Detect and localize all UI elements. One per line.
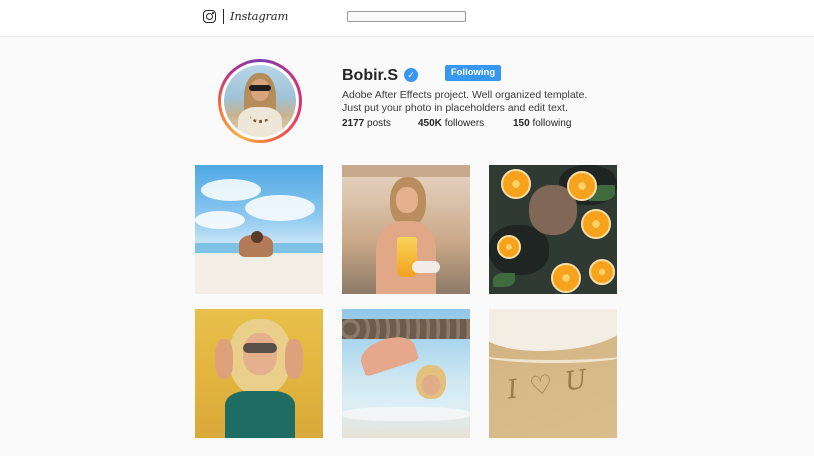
posts-stat: 2177 posts — [342, 118, 391, 129]
posts-count: 2177 — [342, 118, 365, 129]
post-thumbnail-girl-with-drink[interactable] — [342, 165, 470, 294]
top-nav-bar: Instagram — [0, 0, 814, 37]
following-label: following — [532, 118, 572, 129]
verified-badge-icon: ✓ — [404, 68, 418, 82]
post-thumbnail-oranges[interactable] — [489, 165, 617, 294]
search-input[interactable] — [347, 11, 466, 22]
profile-bio-line-1: Adobe After Effects project. Well organi… — [342, 89, 588, 101]
following-stat[interactable]: 150 following — [513, 118, 571, 129]
instagram-wordmark[interactable]: Instagram — [230, 9, 288, 23]
followers-stat[interactable]: 450K followers — [418, 118, 484, 129]
avatar — [224, 65, 296, 137]
following-count: 150 — [513, 118, 530, 129]
sand-heart-drawing: I ♡ U — [505, 364, 591, 406]
post-thumbnail-beach-couple[interactable] — [195, 165, 323, 294]
profile-username: Bobir.S — [342, 67, 399, 84]
post-thumbnail-girl-sunglasses[interactable] — [195, 309, 323, 438]
instagram-glyph-icon[interactable] — [203, 10, 216, 23]
followers-count: 450K — [418, 118, 442, 129]
post-thumbnail-mermaid-tail[interactable] — [342, 309, 470, 438]
profile-bio-line-2: Just put your photo in placeholders and … — [342, 102, 568, 114]
posts-label: posts — [367, 118, 391, 129]
following-button[interactable]: Following — [445, 65, 501, 81]
logo-divider — [223, 9, 224, 24]
post-thumbnail-sand-heart[interactable]: I ♡ U — [489, 309, 617, 438]
followers-label: followers — [444, 118, 485, 129]
profile-avatar-ring[interactable] — [218, 59, 302, 143]
